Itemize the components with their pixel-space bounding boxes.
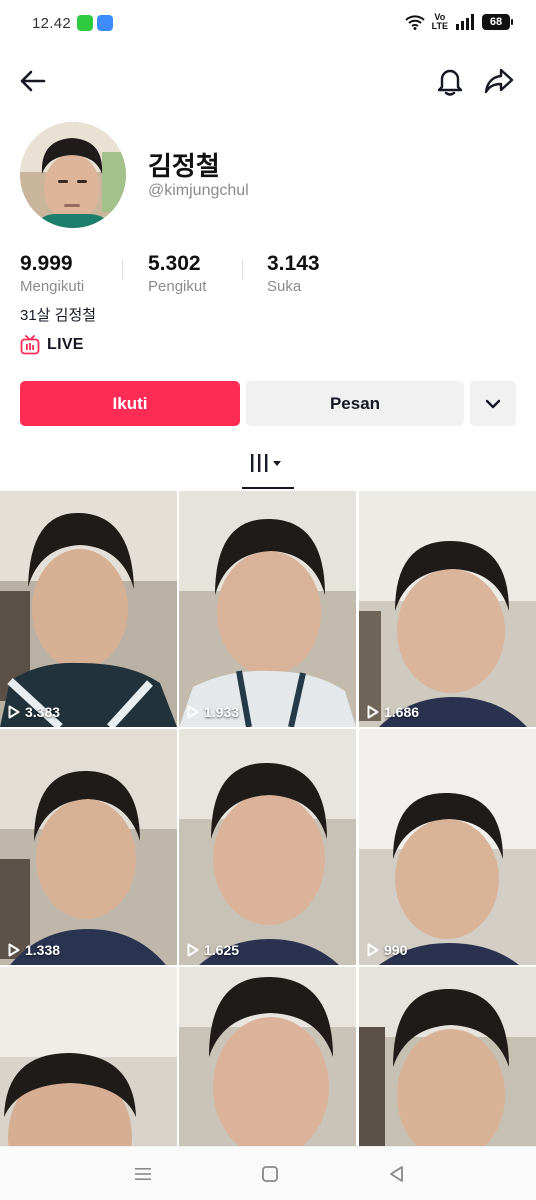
bio: 31살 김정철 xyxy=(20,307,97,324)
video-thumbnail[interactable]: 1.625 xyxy=(179,729,356,965)
battery-indicator: 68 xyxy=(482,14,513,30)
video-preview-image xyxy=(179,967,356,1146)
active-tab-indicator xyxy=(242,487,294,489)
video-thumbnail[interactable]: 1.686 xyxy=(359,491,536,727)
share-button[interactable] xyxy=(483,65,515,97)
status-time: 12.42 xyxy=(32,15,72,32)
more-options-button[interactable] xyxy=(470,381,516,426)
stat-divider xyxy=(242,260,243,280)
system-navigation-bar xyxy=(0,1146,536,1200)
volte-indicator: Vo LTE xyxy=(431,12,448,31)
view-count-text: 1.933 xyxy=(204,704,240,720)
video-thumbnail[interactable] xyxy=(359,967,536,1146)
video-thumbnail[interactable]: 990 xyxy=(359,729,536,965)
bell-icon xyxy=(437,69,463,96)
video-thumbnail[interactable]: 3.383 xyxy=(0,491,177,727)
home-button[interactable] xyxy=(258,1162,282,1186)
view-count-text: 1.625 xyxy=(204,942,240,958)
view-count-text: 1.338 xyxy=(25,942,61,958)
stat-likes: 3.143 Suka xyxy=(267,252,320,297)
likes-count: 3.143 xyxy=(267,252,320,275)
view-count: 1.933 xyxy=(187,704,239,720)
play-icon xyxy=(8,705,20,719)
system-back-button[interactable] xyxy=(385,1162,409,1186)
tv-icon xyxy=(20,335,40,355)
video-preview-image xyxy=(0,967,177,1146)
stat-followers[interactable]: 5.302 Pengikut xyxy=(148,252,206,297)
video-thumbnail[interactable]: 1.933 xyxy=(179,491,356,727)
notification-icons xyxy=(77,15,113,31)
chevron-down-icon xyxy=(485,399,501,408)
recent-apps-button[interactable] xyxy=(131,1162,155,1186)
view-count: 1.625 xyxy=(187,942,239,958)
video-thumbnail[interactable] xyxy=(179,967,356,1146)
play-icon xyxy=(367,705,379,719)
avatar[interactable] xyxy=(20,122,126,228)
video-preview-image xyxy=(359,967,536,1146)
play-icon xyxy=(367,943,379,957)
follow-button[interactable]: Ikuti xyxy=(20,381,240,426)
signal-icon xyxy=(456,14,474,30)
status-indicators: Vo LTE 68 xyxy=(404,12,513,31)
video-thumbnail[interactable] xyxy=(0,967,177,1146)
video-preview-image xyxy=(0,491,177,727)
username: @kimjungchul xyxy=(148,182,249,199)
tab-videos[interactable] xyxy=(242,446,294,490)
notifications-button[interactable] xyxy=(434,65,466,97)
arrow-left-icon xyxy=(20,70,46,92)
following-label: Mengikuti xyxy=(20,278,85,295)
view-count: 1.338 xyxy=(8,942,60,958)
following-count: 9.999 xyxy=(20,252,73,275)
stat-divider xyxy=(122,260,123,280)
play-icon xyxy=(8,943,20,957)
followers-count: 5.302 xyxy=(148,252,201,275)
stat-following[interactable]: 9.999 Mengikuti xyxy=(20,252,84,297)
view-count-text: 990 xyxy=(384,942,408,958)
message-button[interactable]: Pesan xyxy=(246,381,464,426)
view-count: 990 xyxy=(367,942,407,958)
view-count-text: 1.686 xyxy=(384,704,420,720)
grid-bars-icon xyxy=(251,454,281,472)
wifi-icon xyxy=(404,15,425,30)
live-label: LIVE xyxy=(47,336,84,353)
status-bar: 12.42 Vo LTE 68 xyxy=(0,0,536,46)
home-square-icon xyxy=(262,1166,278,1182)
view-count: 1.686 xyxy=(367,704,419,720)
view-count: 3.383 xyxy=(8,704,60,720)
video-preview-image xyxy=(179,729,356,965)
video-preview-image xyxy=(0,729,177,965)
share-arrow-icon xyxy=(484,68,514,94)
video-preview-image xyxy=(359,729,536,965)
back-button[interactable] xyxy=(16,65,48,97)
play-icon xyxy=(187,943,199,957)
video-preview-image xyxy=(179,491,356,727)
followers-label: Pengikut xyxy=(148,278,207,295)
video-preview-image xyxy=(359,491,536,727)
display-name: 김정철 xyxy=(148,151,220,181)
app-notification-icon xyxy=(77,15,93,31)
live-badge[interactable]: LIVE xyxy=(20,335,84,355)
top-navigation xyxy=(0,55,536,107)
menu-icon xyxy=(135,1168,151,1180)
back-triangle-icon xyxy=(390,1166,403,1182)
play-icon xyxy=(187,705,199,719)
video-grid: 3.383 1.933 1.686 1.338 1.625 990 xyxy=(0,491,536,1146)
likes-label: Suka xyxy=(267,278,302,295)
view-count-text: 3.383 xyxy=(25,704,61,720)
video-thumbnail[interactable]: 1.338 xyxy=(0,729,177,965)
weather-notification-icon xyxy=(97,15,113,31)
